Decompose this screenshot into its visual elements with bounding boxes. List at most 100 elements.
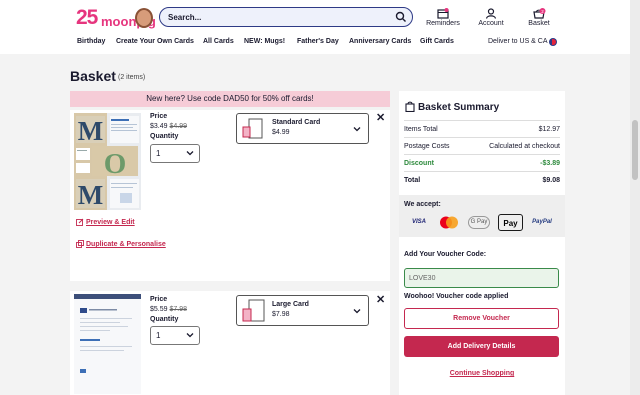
promo-banner: New here? Use code DAD50 for 50% off car… [70,91,390,107]
site-header: 25 moonpig Reminders Account 2 [0,0,640,54]
items-total-value: $12.97 [538,126,560,133]
remove-item-close-icon[interactable]: ✕ [376,293,385,306]
apple-pay-icon: Pay [498,214,523,231]
duplicate-icon [76,240,84,248]
basket-button[interactable]: 2 Basket [519,8,559,30]
quantity-select[interactable]: 1 [150,144,200,163]
price-label: Price [150,296,168,303]
mastercard-icon [440,216,458,229]
basket-summary: Basket Summary Items Total $12.97 Postag… [399,91,565,395]
calendar-icon [437,8,449,19]
user-icon [485,8,497,19]
edit-icon [76,218,84,226]
summary-title: Basket Summary [405,101,499,113]
total-value: $9.08 [542,177,560,184]
size-name: Standard Card [272,119,321,126]
item-count: (2 items) [118,74,146,81]
voucher-success-message: Woohoo! Voucher code applied [404,293,509,300]
search-input[interactable] [168,10,388,24]
discount-label: Discount [404,160,434,167]
nav-new-mugs[interactable]: NEW: Mugs! [244,38,285,45]
card-size-icon [242,299,265,322]
summary-title-label: Basket Summary [418,102,500,113]
nav-create-your-own-cards[interactable]: Create Your Own Cards [116,38,194,45]
chevron-down-icon [353,127,361,132]
preview-edit-link[interactable]: Preview & Edit [76,218,135,226]
logo-number: 25 [76,6,98,29]
nav-fathers-day[interactable]: Father's Day [297,38,339,45]
remove-item-close-icon[interactable]: ✕ [376,111,385,124]
card-size-select[interactable]: Standard Card $4.99 [236,113,369,144]
we-accept-label: We accept: [404,201,441,208]
size-price: $4.99 [272,129,290,136]
current-price: $3.49 [150,123,168,130]
add-delivery-details-button[interactable]: Add Delivery Details [404,336,559,357]
postage-row: Postage Costs Calculated at checkout [404,137,560,154]
duplicate-personalise-link[interactable]: Duplicate & Personalise [76,240,166,248]
payment-methods: We accept: VISA G Pay Pay PayPal [399,195,565,237]
search-bar[interactable] [159,7,413,27]
reminders-label: Reminders [426,20,460,27]
nav-birthday[interactable]: Birthday [77,38,105,45]
google-pay-icon: G Pay [468,216,490,229]
quantity-select[interactable]: 1 [150,326,200,345]
deliver-to-selector[interactable]: Deliver to US & CA [488,38,548,45]
card-thumbnail[interactable]: M O M [74,113,141,210]
size-price: $7.98 [272,311,290,318]
discount-row: Discount -$3.89 [404,154,560,171]
account-label: Account [478,20,504,27]
card-letter-m1: M [78,116,103,146]
old-price: $7.98 [169,306,188,313]
quantity-value: 1 [156,149,161,158]
quantity-value: 1 [156,331,161,340]
duplicate-personalise-label: Duplicate & Personalise [86,240,166,248]
page-scrollbar[interactable] [630,0,640,395]
apple-pay-label: Pay [503,219,518,228]
reminders-button[interactable]: Reminders [423,8,463,30]
items-total-row: Items Total $12.97 [404,120,560,137]
logo-pig-icon [135,8,153,28]
discount-value: -$3.89 [540,160,560,167]
us-flag-icon[interactable] [549,38,557,46]
voucher-label: Add Your Voucher Code: [404,251,487,258]
card-letter-m2: M [78,180,103,210]
paypal-icon: PayPal [532,219,552,225]
preview-edit-label: Preview & Edit [86,218,135,226]
nav-anniversary-cards[interactable]: Anniversary Cards [349,38,411,45]
price-value: $5.59 $7.98 [150,306,187,313]
continue-shopping-link[interactable]: Continue Shopping [399,370,565,377]
scrollbar-thumb[interactable] [632,120,638,180]
card-thumbnail[interactable] [74,294,141,394]
card-size-select[interactable]: Large Card $7.98 [236,295,369,326]
voucher-code-input[interactable] [404,268,559,288]
nav-gift-cards[interactable]: Gift Cards [420,38,454,45]
shopping-bag-icon [405,101,415,112]
total-row: Total $9.08 [404,171,560,188]
page-title: Basket [70,68,116,84]
price-value: $3.49 $4.99 [150,123,187,130]
basket-icon: 2 [533,8,546,19]
card-letter-o: O [104,148,127,180]
old-price: $4.99 [169,123,188,130]
visa-icon: VISA [411,219,426,225]
basket-item: Price $5.59 $7.98 Quantity 1 Large Card … [70,291,390,395]
chevron-down-icon [186,333,194,338]
current-price: $5.59 [150,306,168,313]
items-total-label: Items Total [404,126,438,133]
total-label: Total [404,177,421,184]
moonpig-logo[interactable]: 25 moonpig [76,6,156,30]
chevron-down-icon [353,309,361,314]
search-icon[interactable] [395,11,407,23]
basket-item: M O M Price $3.49 $4.99 Quantity 1 Stand… [70,110,390,281]
chevron-down-icon [186,151,194,156]
postage-value: Calculated at checkout [489,143,560,150]
size-name: Large Card [272,301,309,308]
quantity-label: Quantity [150,316,179,323]
nav-all-cards[interactable]: All Cards [203,38,234,45]
quantity-label: Quantity [150,133,179,140]
card-size-icon [242,118,263,139]
basket-label: Basket [528,20,550,27]
remove-voucher-button[interactable]: Remove Voucher [404,308,559,329]
postage-label: Postage Costs [404,143,450,150]
account-button[interactable]: Account [471,8,511,30]
